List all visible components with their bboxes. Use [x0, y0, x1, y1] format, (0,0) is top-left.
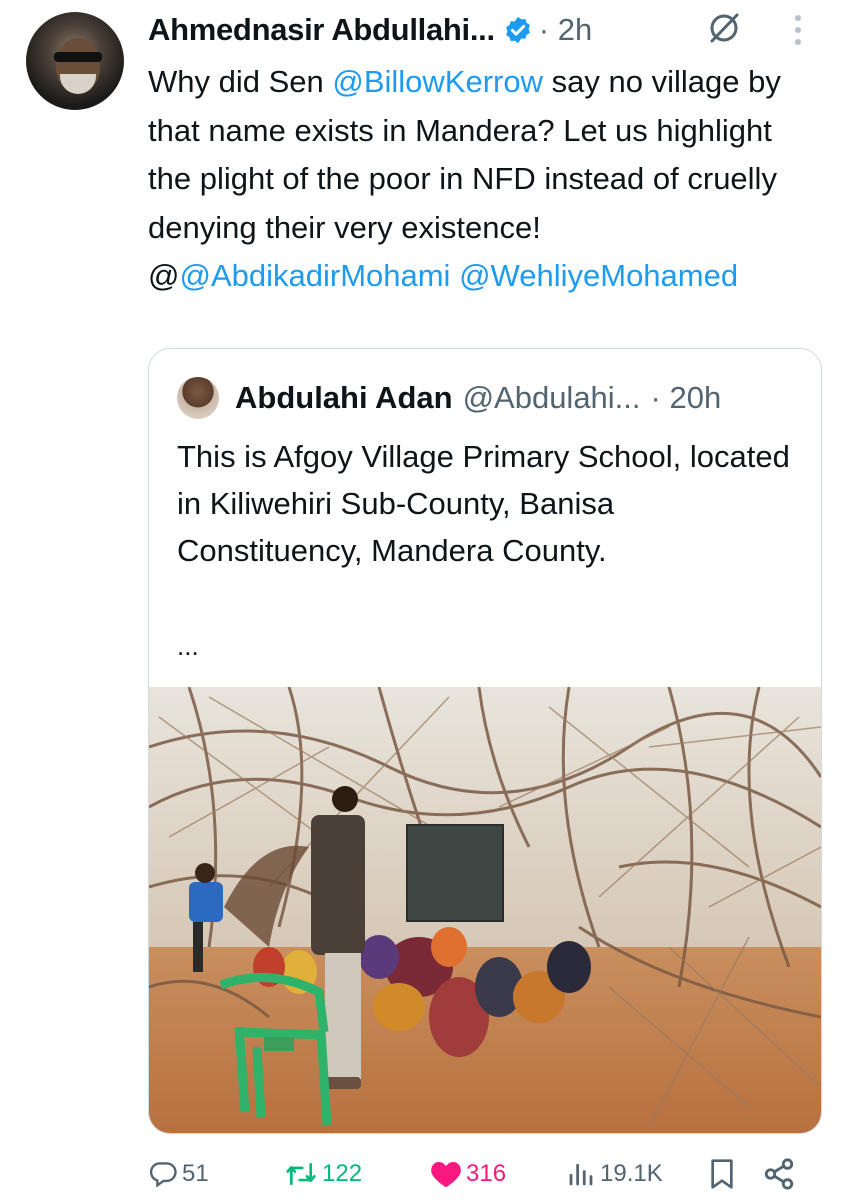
reply-icon — [149, 1162, 177, 1188]
bookmark-button[interactable] — [708, 1150, 736, 1198]
quoted-author-name[interactable]: Abdulahi Adan — [235, 380, 453, 416]
grok-icon[interactable] — [706, 10, 742, 46]
reply-button[interactable]: 51 — [148, 1150, 209, 1198]
retweet-button[interactable]: 122 — [284, 1150, 362, 1198]
author-avatar[interactable] — [26, 12, 124, 110]
quoted-author-avatar[interactable] — [177, 377, 219, 419]
quoted-tweet-text: This is Afgoy Village Primary School, lo… — [177, 439, 790, 568]
quoted-tweet-photo[interactable] — [149, 687, 821, 1133]
tweet-header: Ahmednasir Abdullahi... · 2h — [148, 8, 592, 52]
tweet-time[interactable]: · 2h — [539, 12, 592, 48]
tweet-text: Why did Sen @BillowKerrow say no village… — [148, 64, 781, 293]
views-icon — [569, 1163, 593, 1186]
share-icon — [764, 1158, 794, 1190]
verified-badge-icon — [505, 16, 530, 44]
more-options-icon[interactable] — [786, 10, 810, 50]
tweet-action-bar: 51 122 316 19.1K — [148, 1150, 808, 1198]
reply-count: 51 — [182, 1160, 209, 1187]
views-button[interactable]: 19.1K — [566, 1150, 663, 1198]
views-count: 19.1K — [600, 1160, 663, 1187]
retweet-icon — [286, 1162, 316, 1186]
bookmark-icon — [711, 1159, 733, 1189]
like-button[interactable]: 316 — [430, 1150, 506, 1198]
quoted-author-handle[interactable]: @Abdulahi... — [463, 380, 641, 416]
share-button[interactable] — [762, 1150, 796, 1198]
quoted-tweet-card[interactable]: Abdulahi Adan @Abdulahi... · 20h This is… — [148, 348, 822, 1134]
author-name[interactable]: Ahmednasir Abdullahi... — [148, 12, 495, 48]
mention-link[interactable]: @BillowKerrow — [332, 64, 543, 99]
quoted-tweet-header: Abdulahi Adan @Abdulahi... · 20h — [235, 377, 721, 419]
mention-link[interactable]: @AbdikadirMohami — [179, 258, 450, 293]
like-count: 316 — [466, 1160, 507, 1187]
quoted-tweet-time[interactable]: · 20h — [651, 380, 722, 416]
retweet-count: 122 — [322, 1160, 363, 1187]
mention-link[interactable]: @WehliyeMohamed — [459, 258, 738, 293]
like-icon — [431, 1162, 461, 1188]
quoted-tweet-ellipsis: ... — [177, 631, 199, 661]
